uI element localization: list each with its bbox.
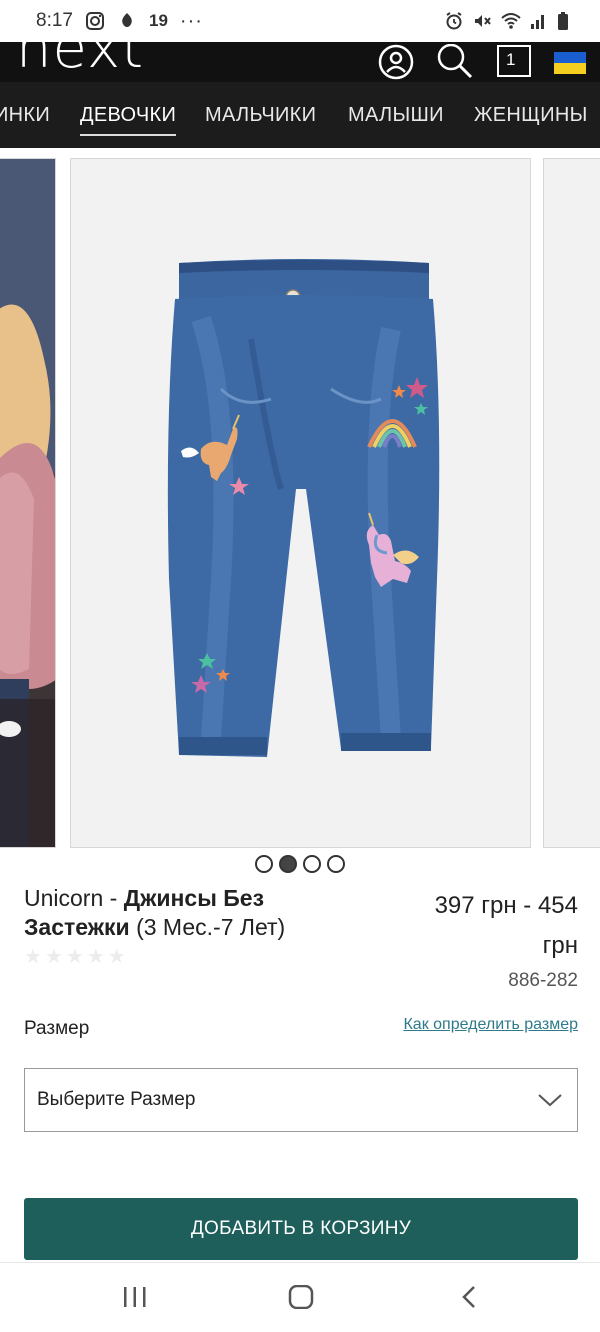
next-logo[interactable]: next (16, 42, 144, 81)
nav-item-babies[interactable]: МАЛЫШИ (348, 104, 444, 127)
bag-count: 1 (506, 50, 516, 69)
battery-icon (556, 11, 576, 31)
size-guide-link[interactable]: Как определить размер (403, 1016, 578, 1034)
star-icon: ★ (44, 946, 63, 968)
carousel-pagination (0, 852, 600, 876)
notification-count: 19 (148, 11, 168, 30)
rating-stars[interactable]: ★ ★ ★ ★ ★ (24, 944, 126, 969)
product-title-suffix: (3 Мес.-7 Лет) (129, 914, 286, 940)
carousel-dot-3[interactable] (303, 855, 321, 873)
site-header: next 1 (0, 42, 600, 82)
signal-icon (528, 11, 548, 31)
ukraine-flag-icon[interactable] (554, 48, 586, 76)
nav-item-boots[interactable]: ИНКИ (0, 104, 50, 127)
shopping-bag-icon[interactable]: 1 (496, 44, 532, 80)
size-select[interactable]: Выберите Размер (24, 1068, 578, 1132)
carousel-dot-2-active[interactable] (279, 855, 297, 873)
price-range-line1: 397 грн - 454 (434, 892, 578, 919)
carousel-dot-1[interactable] (255, 855, 273, 873)
home-icon[interactable] (288, 1284, 314, 1314)
instagram-icon (85, 11, 105, 31)
carousel-dot-4[interactable] (327, 855, 345, 873)
mute-icon (472, 11, 492, 31)
status-bar: 8:17 19 ··· (0, 0, 600, 42)
add-to-cart-button[interactable]: ДОБАВИТЬ В КОРЗИНУ (24, 1198, 578, 1260)
price-range-line2: грн (542, 932, 578, 959)
chevron-down-icon (537, 1091, 563, 1114)
product-title-brand: Unicorn - (24, 885, 124, 911)
search-icon[interactable] (436, 43, 474, 80)
account-icon[interactable] (378, 44, 414, 80)
nav-item-boys[interactable]: МАЛЬЧИКИ (205, 104, 316, 127)
category-nav: ИНКИ ДЕВОЧКИ МАЛЬЧИКИ МАЛЫШИ ЖЕНЩИНЫ (0, 82, 600, 148)
star-icon: ★ (24, 946, 42, 968)
carousel-slide-previous[interactable] (0, 158, 56, 848)
jeans-product-image (71, 159, 530, 847)
size-select-value: Выберите Размер (37, 1089, 196, 1110)
size-label: Размер (24, 1018, 90, 1039)
star-icon: ★ (65, 946, 84, 968)
android-navigation-bar (0, 1262, 600, 1332)
star-icon: ★ (107, 946, 126, 968)
recent-apps-icon[interactable] (122, 1285, 148, 1314)
star-icon: ★ (86, 946, 105, 968)
carousel-slide-main-jeans[interactable] (70, 158, 531, 848)
alarm-icon (444, 11, 464, 31)
carousel-slide-next[interactable] (543, 158, 600, 848)
nav-item-women[interactable]: ЖЕНЩИНЫ (474, 104, 588, 127)
wifi-icon (500, 11, 521, 31)
product-sku: 886-282 (508, 970, 578, 991)
status-time: 8:17 (36, 10, 73, 31)
more-notifications-icon: ··· (179, 9, 203, 32)
nav-item-girls[interactable]: ДЕВОЧКИ (80, 104, 177, 136)
product-price: 397 грн - 454 грн (378, 886, 578, 966)
product-image-carousel[interactable] (0, 148, 600, 850)
notification-app-icon (117, 11, 137, 31)
back-icon[interactable] (460, 1285, 480, 1314)
product-title: Unicorn - Джинсы Без Застежки (3 Мес.-7 … (24, 884, 354, 942)
